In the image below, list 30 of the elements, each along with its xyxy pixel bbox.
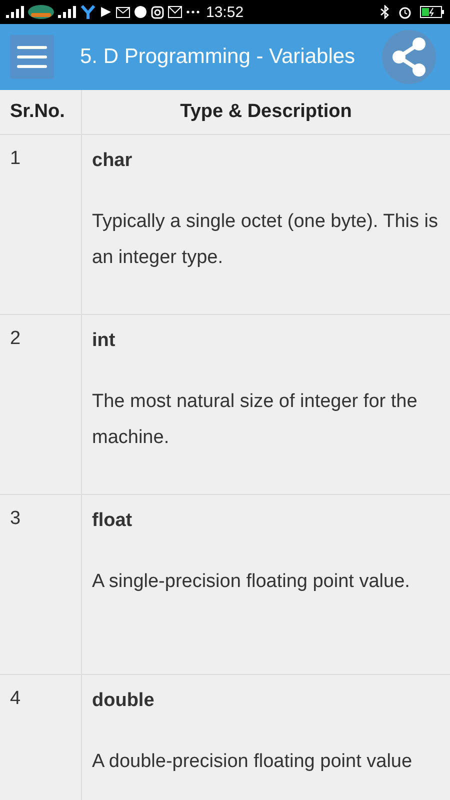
type-description: A double-precision floating point value [92,750,414,774]
battery-icon [420,6,444,18]
mail-icon [168,6,182,18]
alarm-icon [398,5,412,19]
type-description: A single-precision floating point value. [92,570,411,594]
network-icon [80,4,96,20]
signal-icon [6,6,24,18]
page-title: 5. D Programming - Variables [80,45,356,69]
type-description: Typically a single octet (one byte). This is an integer type. [92,210,440,270]
type-name: double [92,689,156,713]
column-header: Type & Description [180,101,352,123]
row-number: 1 [10,148,21,169]
mail-icon [116,6,130,18]
menu-button[interactable] [10,35,54,79]
more-icon [186,10,200,14]
share-icon [391,37,427,77]
camera-icon [151,6,164,18]
type-name: char [92,149,134,173]
clock-time: 13:52 [206,4,244,20]
signal-icon [58,6,76,18]
row-number: 3 [10,508,21,529]
column-header: Sr.No. [10,101,65,123]
carrier-icon [28,5,54,19]
row-number: 4 [10,688,21,709]
type-name: float [92,509,134,533]
type-name: int [92,329,116,353]
row-number: 2 [10,328,21,349]
menu-icon [17,45,47,69]
bluetooth-icon [380,5,390,19]
type-description: The most natural size of integer for the machine. [92,390,418,450]
